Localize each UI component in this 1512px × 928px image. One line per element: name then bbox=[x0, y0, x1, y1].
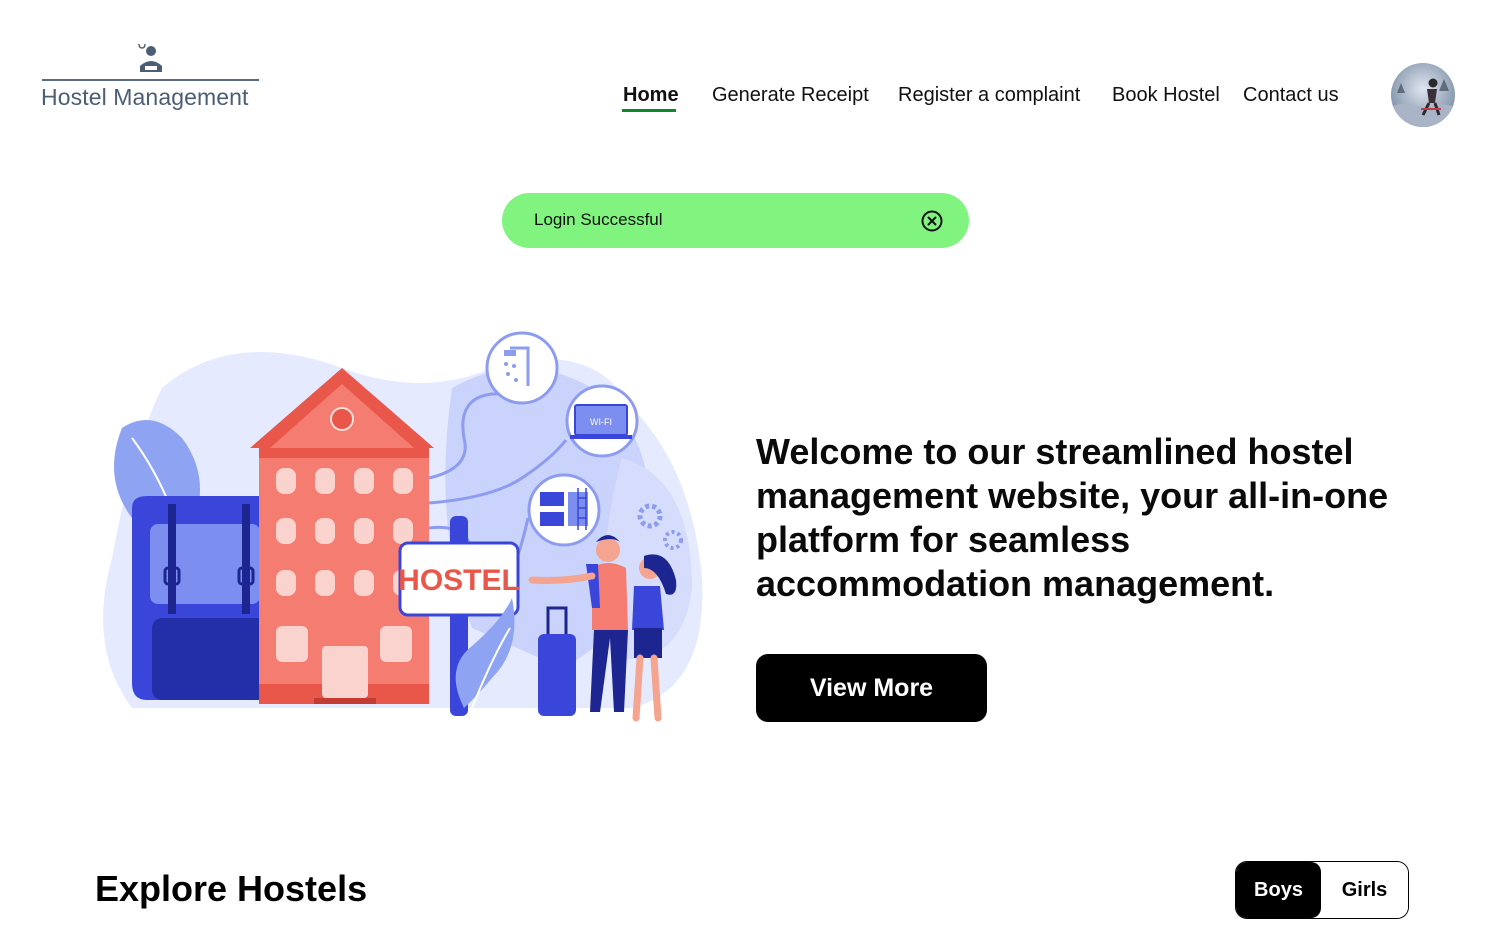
hostel-type-toggle: Boys Girls bbox=[1235, 861, 1409, 919]
logo-text: Hostel Management bbox=[41, 84, 249, 110]
hostel-illustration: WI-FI HOSTEL bbox=[103, 331, 703, 722]
close-circle-icon[interactable] bbox=[921, 210, 943, 232]
view-more-button[interactable]: View More bbox=[756, 654, 987, 722]
login-success-toast: Login Successful bbox=[502, 193, 969, 248]
logo-divider bbox=[42, 79, 259, 81]
wifi-label: WI-FI bbox=[590, 417, 612, 427]
hostel-sign-text: HOSTEL bbox=[398, 564, 520, 597]
hero-title: Welcome to our streamlined hostel manage… bbox=[756, 431, 1389, 604]
nav-book-hostel[interactable]: Book Hostel bbox=[1112, 84, 1220, 107]
filter-boys-button[interactable]: Boys bbox=[1236, 862, 1321, 918]
toast-message: Login Successful bbox=[534, 210, 663, 229]
user-avatar[interactable] bbox=[1391, 63, 1455, 127]
nav-generate-receipt[interactable]: Generate Receipt bbox=[712, 84, 869, 107]
explore-hostels-heading: Explore Hostels bbox=[95, 868, 368, 909]
site-logo[interactable]: Hostel Management bbox=[40, 42, 260, 112]
filter-girls-button[interactable]: Girls bbox=[1321, 862, 1408, 918]
avatar-photo-icon bbox=[1391, 63, 1455, 127]
hostel-logo-icon bbox=[138, 43, 162, 72]
nav-active-indicator bbox=[622, 109, 676, 112]
nav-register-complaint[interactable]: Register a complaint bbox=[898, 84, 1080, 107]
nav-home[interactable]: Home bbox=[623, 84, 679, 107]
nav-contact-us[interactable]: Contact us bbox=[1243, 84, 1339, 107]
